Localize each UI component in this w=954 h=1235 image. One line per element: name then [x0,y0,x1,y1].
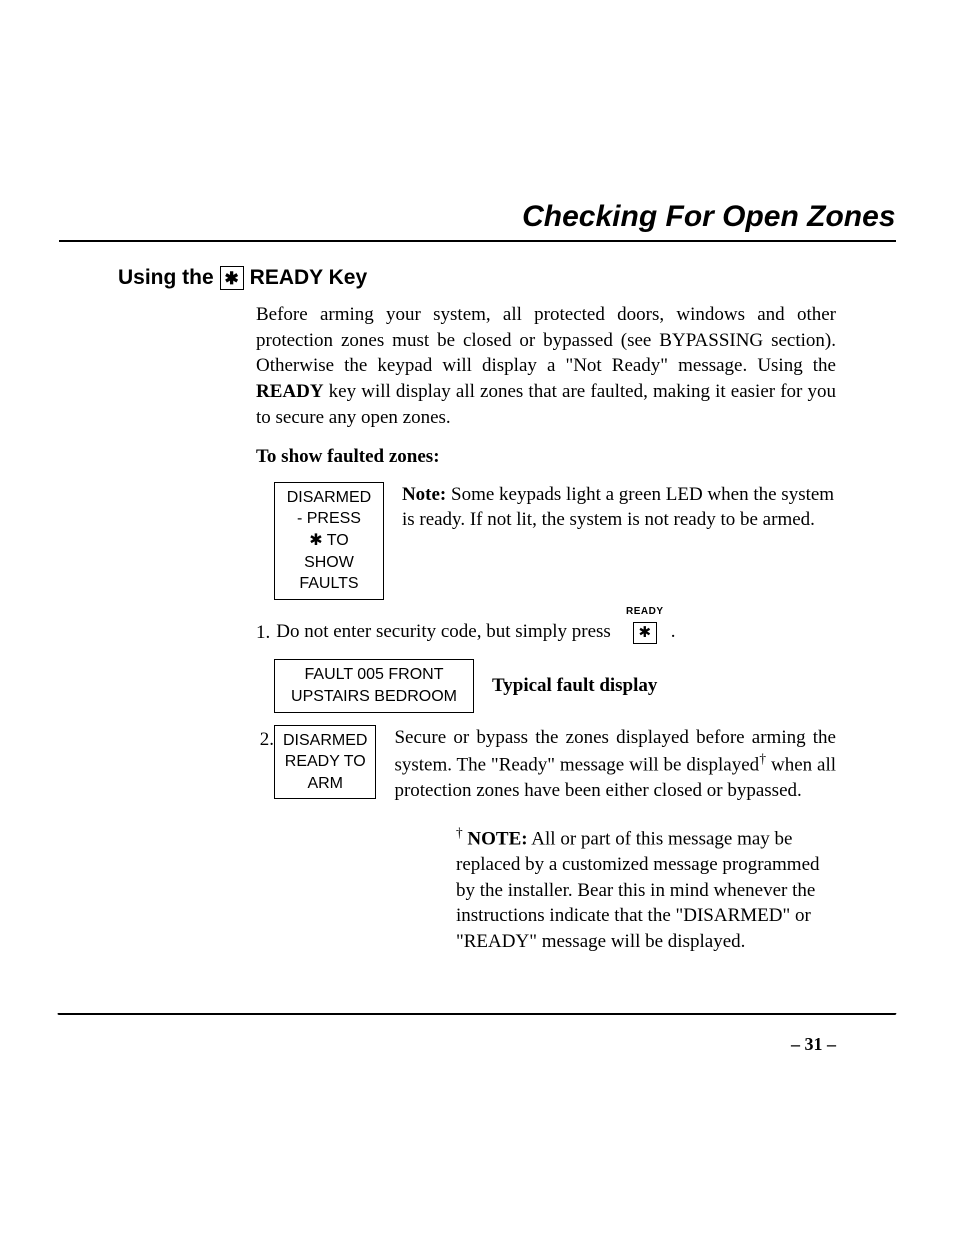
sub-heading: To show faulted zones: [256,444,836,470]
note-1-label: Note: [402,484,451,505]
intro-text-bold: READY [256,381,324,402]
ready-key-button: READY ✱ [633,619,657,645]
star-key-icon: ✱ [220,266,244,290]
bottom-rule [58,1013,897,1015]
lcd-display-3: DISARMED READY TO ARM [274,725,376,800]
lcd-display-1: DISARMED - PRESS ✱ TO SHOW FAULTS [274,482,384,600]
page-number: – 31 – [791,1034,836,1055]
lcd-1-line-2-text: TO SHOW FAULTS [299,532,358,592]
step-1-number: 1. [256,620,270,646]
page-title: Checking For Open Zones [59,0,896,242]
lcd-1-line-2: ✱ TO SHOW FAULTS [283,530,375,595]
lcd-2-line-2: UPSTAIRS BEDROOM [283,686,465,708]
lcd-1-line-1: DISARMED - PRESS [283,487,375,530]
typical-fault-label: Typical fault display [492,675,657,696]
ready-key-label: READY [626,605,664,619]
section-heading: Using the ✱ READY Key [118,266,954,290]
lcd-display-2: FAULT 005 FRONT UPSTAIRS BEDROOM [274,659,474,712]
dagger-2: † [456,825,463,840]
star-glyph-lcd: ✱ [309,532,322,549]
lcd-3-line-2: READY TO ARM [283,751,367,794]
star-key-icon-inline: ✱ [633,622,657,644]
step-1-text: Do not enter security code, but simply p… [276,619,611,645]
intro-text-c: key will display all zones that are faul… [256,381,836,428]
note-1-text: Some keypads light a green LED when the … [402,484,834,531]
heading-suffix: READY Key [250,266,368,290]
step-1-period: . [671,619,676,645]
footnote-label: NOTE: [467,828,527,849]
lcd-2-line-1: FAULT 005 FRONT [283,664,465,686]
heading-prefix: Using the [118,266,214,290]
step-1-line: 1. Do not enter security code, but simpl… [256,618,836,646]
star-glyph-inline: ✱ [639,623,652,643]
intro-text-a: Before arming your system, all protected… [256,304,836,376]
lcd-3-line-1: DISARMED [283,730,367,752]
intro-paragraph: Before arming your system, all protected… [256,302,836,430]
step-2-number: 2. [256,727,274,753]
star-glyph: ✱ [225,270,239,287]
